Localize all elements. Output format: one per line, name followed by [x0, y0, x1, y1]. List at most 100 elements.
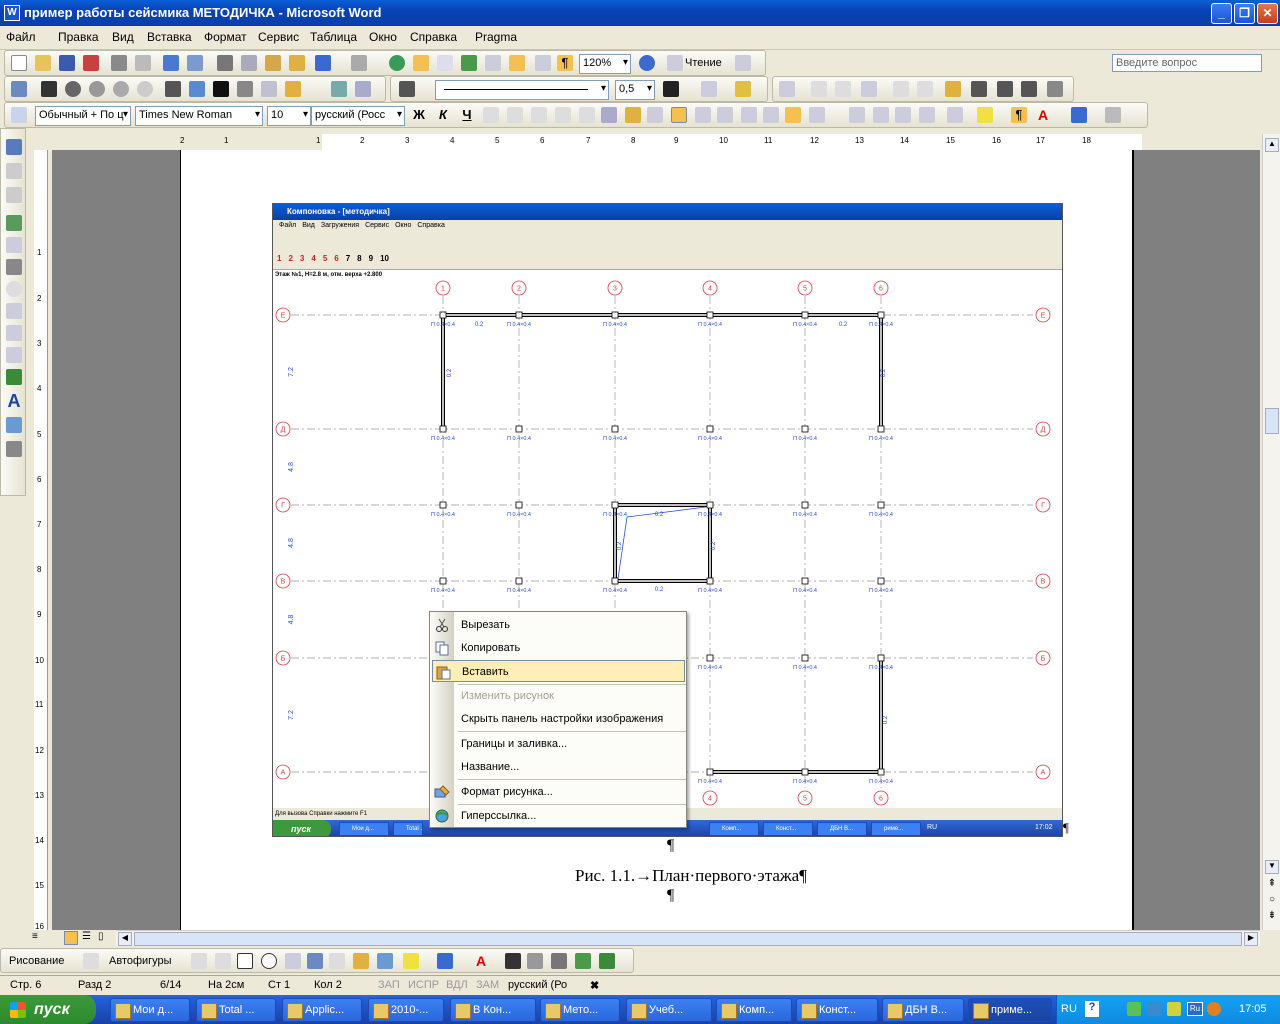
antivirus-icon[interactable]	[1207, 1002, 1221, 1016]
option-icon[interactable]	[6, 281, 22, 297]
3d-icon[interactable]	[599, 953, 615, 969]
insert-excel-icon[interactable]	[461, 55, 477, 71]
autosum-icon[interactable]	[1047, 81, 1063, 97]
align-right-icon[interactable]	[695, 107, 711, 123]
paste-icon[interactable]	[265, 55, 281, 71]
form-list-icon[interactable]	[6, 347, 22, 363]
crop-icon[interactable]	[165, 81, 181, 97]
menu-edit[interactable]: Правка	[58, 30, 99, 44]
align-icon[interactable]	[861, 81, 877, 97]
research-icon[interactable]	[187, 55, 203, 71]
font-color-icon[interactable]: A	[1035, 107, 1051, 123]
menu-item-caption[interactable]: Название...	[430, 756, 686, 778]
less-contrast-icon[interactable]	[89, 81, 105, 97]
track-changes-icon[interactable]	[6, 139, 22, 155]
hyperlink-icon[interactable]	[389, 55, 405, 71]
undo2-icon[interactable]	[1071, 107, 1087, 123]
shading-form-icon[interactable]	[6, 369, 22, 385]
picture-icon[interactable]	[601, 107, 617, 123]
menu-item-copy[interactable]: Копировать	[430, 637, 686, 659]
menu-format[interactable]: Формат	[204, 30, 247, 44]
autoformat-icon[interactable]	[945, 81, 961, 97]
menu-item-hide-picture-toolbar[interactable]: Скрыть панель настройки изображения	[430, 708, 686, 730]
spelling-status-icon[interactable]: ✖	[590, 979, 599, 992]
underline-icon[interactable]: Ч	[459, 107, 475, 123]
arrow-icon[interactable]	[215, 953, 231, 969]
less-brightness-icon[interactable]	[137, 81, 153, 97]
task-button[interactable]: Комп...	[716, 998, 792, 1022]
fill-color-icon[interactable]	[403, 953, 419, 969]
ru-keyboard-icon[interactable]: Ru	[1187, 1002, 1203, 1016]
undo-icon[interactable]	[315, 55, 331, 71]
autoshapes-button[interactable]: Автофигуры	[109, 955, 172, 967]
line-weight-combo[interactable]: 0,5	[615, 80, 655, 100]
next-page-icon[interactable]: ⇟	[1265, 910, 1279, 924]
show-hide-icon[interactable]: ¶	[1011, 107, 1027, 123]
outside-border-icon[interactable]	[947, 107, 963, 123]
decrease-indent-icon[interactable]	[895, 107, 911, 123]
borders-icon[interactable]	[701, 81, 717, 97]
align-center-icon[interactable]	[671, 107, 687, 123]
equation-icon[interactable]	[579, 107, 595, 123]
horizontal-scrollbar[interactable]: ◀ ▶	[116, 930, 1260, 946]
line-icon[interactable]	[191, 953, 207, 969]
new-document-icon[interactable]	[11, 55, 27, 71]
redo2-icon[interactable]	[1105, 107, 1121, 123]
drawing-menu-button[interactable]: Рисование	[9, 955, 64, 967]
numbering-icon[interactable]	[849, 107, 865, 123]
task-button[interactable]: В Кон...	[450, 998, 536, 1022]
arrow-style-icon[interactable]	[551, 953, 567, 969]
align-left-icon[interactable]	[647, 107, 663, 123]
dash-style-icon[interactable]	[527, 953, 543, 969]
reset-picture-icon[interactable]	[355, 81, 371, 97]
line-color-icon[interactable]	[437, 953, 453, 969]
status-language[interactable]: русский (Ро	[508, 979, 567, 991]
brush-icon[interactable]	[625, 107, 641, 123]
print-layout-icon[interactable]	[64, 931, 78, 945]
normal-view-icon[interactable]: ≡	[32, 931, 38, 942]
clipart-icon[interactable]	[353, 953, 369, 969]
rotate-icon[interactable]	[189, 81, 205, 97]
distribute-rows-icon[interactable]	[893, 81, 909, 97]
menu-file[interactable]: Файл	[6, 30, 36, 44]
ask-question-input[interactable]: Введите вопрос	[1112, 54, 1262, 72]
outline-view-icon[interactable]: ☰	[82, 931, 91, 942]
read-button-label[interactable]: Чтение	[685, 57, 722, 69]
show-formatting-icon[interactable]: ¶	[557, 55, 573, 71]
zoom-combo[interactable]: 120%	[579, 54, 631, 74]
scroll-left-icon[interactable]: ◀	[118, 932, 132, 946]
bullets-icon[interactable]	[873, 107, 889, 123]
split-cells-icon[interactable]	[835, 81, 851, 97]
font-a-icon[interactable]: A	[6, 392, 22, 410]
line-style-icon[interactable]	[213, 81, 229, 97]
text-wrapping-icon[interactable]	[261, 81, 277, 97]
indent-icon[interactable]	[785, 107, 801, 123]
all-caps-icon[interactable]	[507, 107, 523, 123]
increase-indent-icon[interactable]	[919, 107, 935, 123]
horizontal-ruler[interactable]: 2 1 1 2 3 4 5 6 7 8 9 10 11 12 13 14 15 …	[52, 134, 1260, 150]
cut-icon[interactable]	[217, 55, 233, 71]
align-thai-icon[interactable]	[763, 107, 779, 123]
menu-item-paste[interactable]: Вставить	[432, 660, 685, 682]
task-button[interactable]: 2010-...	[368, 998, 444, 1022]
color-icon[interactable]	[41, 81, 57, 97]
distributed-icon[interactable]	[741, 107, 757, 123]
insert-table2-icon[interactable]	[779, 81, 795, 97]
superscript-icon[interactable]	[531, 107, 547, 123]
font-combo[interactable]: Times New Roman	[135, 106, 263, 126]
outline-icon[interactable]	[735, 55, 751, 71]
figure-caption[interactable]: Рис. 1.1.→План·первого·этажа¶	[575, 866, 807, 886]
field-icon[interactable]	[6, 259, 22, 275]
set-transparent-icon[interactable]	[331, 81, 347, 97]
status-rec[interactable]: ЗАП	[378, 979, 400, 991]
task-button[interactable]: ДБН В...	[882, 998, 964, 1022]
task-button[interactable]: Applic...	[282, 998, 362, 1022]
sort-ascending-icon[interactable]	[997, 81, 1013, 97]
task-button[interactable]: Мои д...	[110, 998, 190, 1022]
tools-icon[interactable]	[6, 441, 22, 457]
more-brightness-icon[interactable]	[113, 81, 129, 97]
table-form-icon[interactable]	[6, 325, 22, 341]
text-direction-icon[interactable]	[971, 81, 987, 97]
drawing-icon[interactable]	[509, 55, 525, 71]
shadow-icon[interactable]	[575, 953, 591, 969]
